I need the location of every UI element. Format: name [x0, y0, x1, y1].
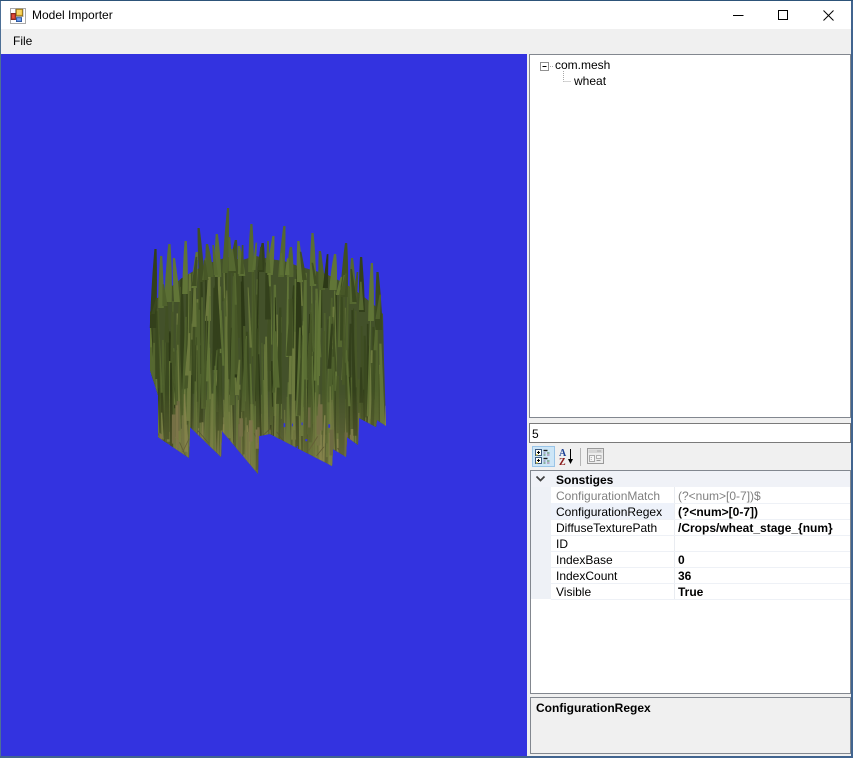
- svg-text:Z: Z: [559, 457, 566, 467]
